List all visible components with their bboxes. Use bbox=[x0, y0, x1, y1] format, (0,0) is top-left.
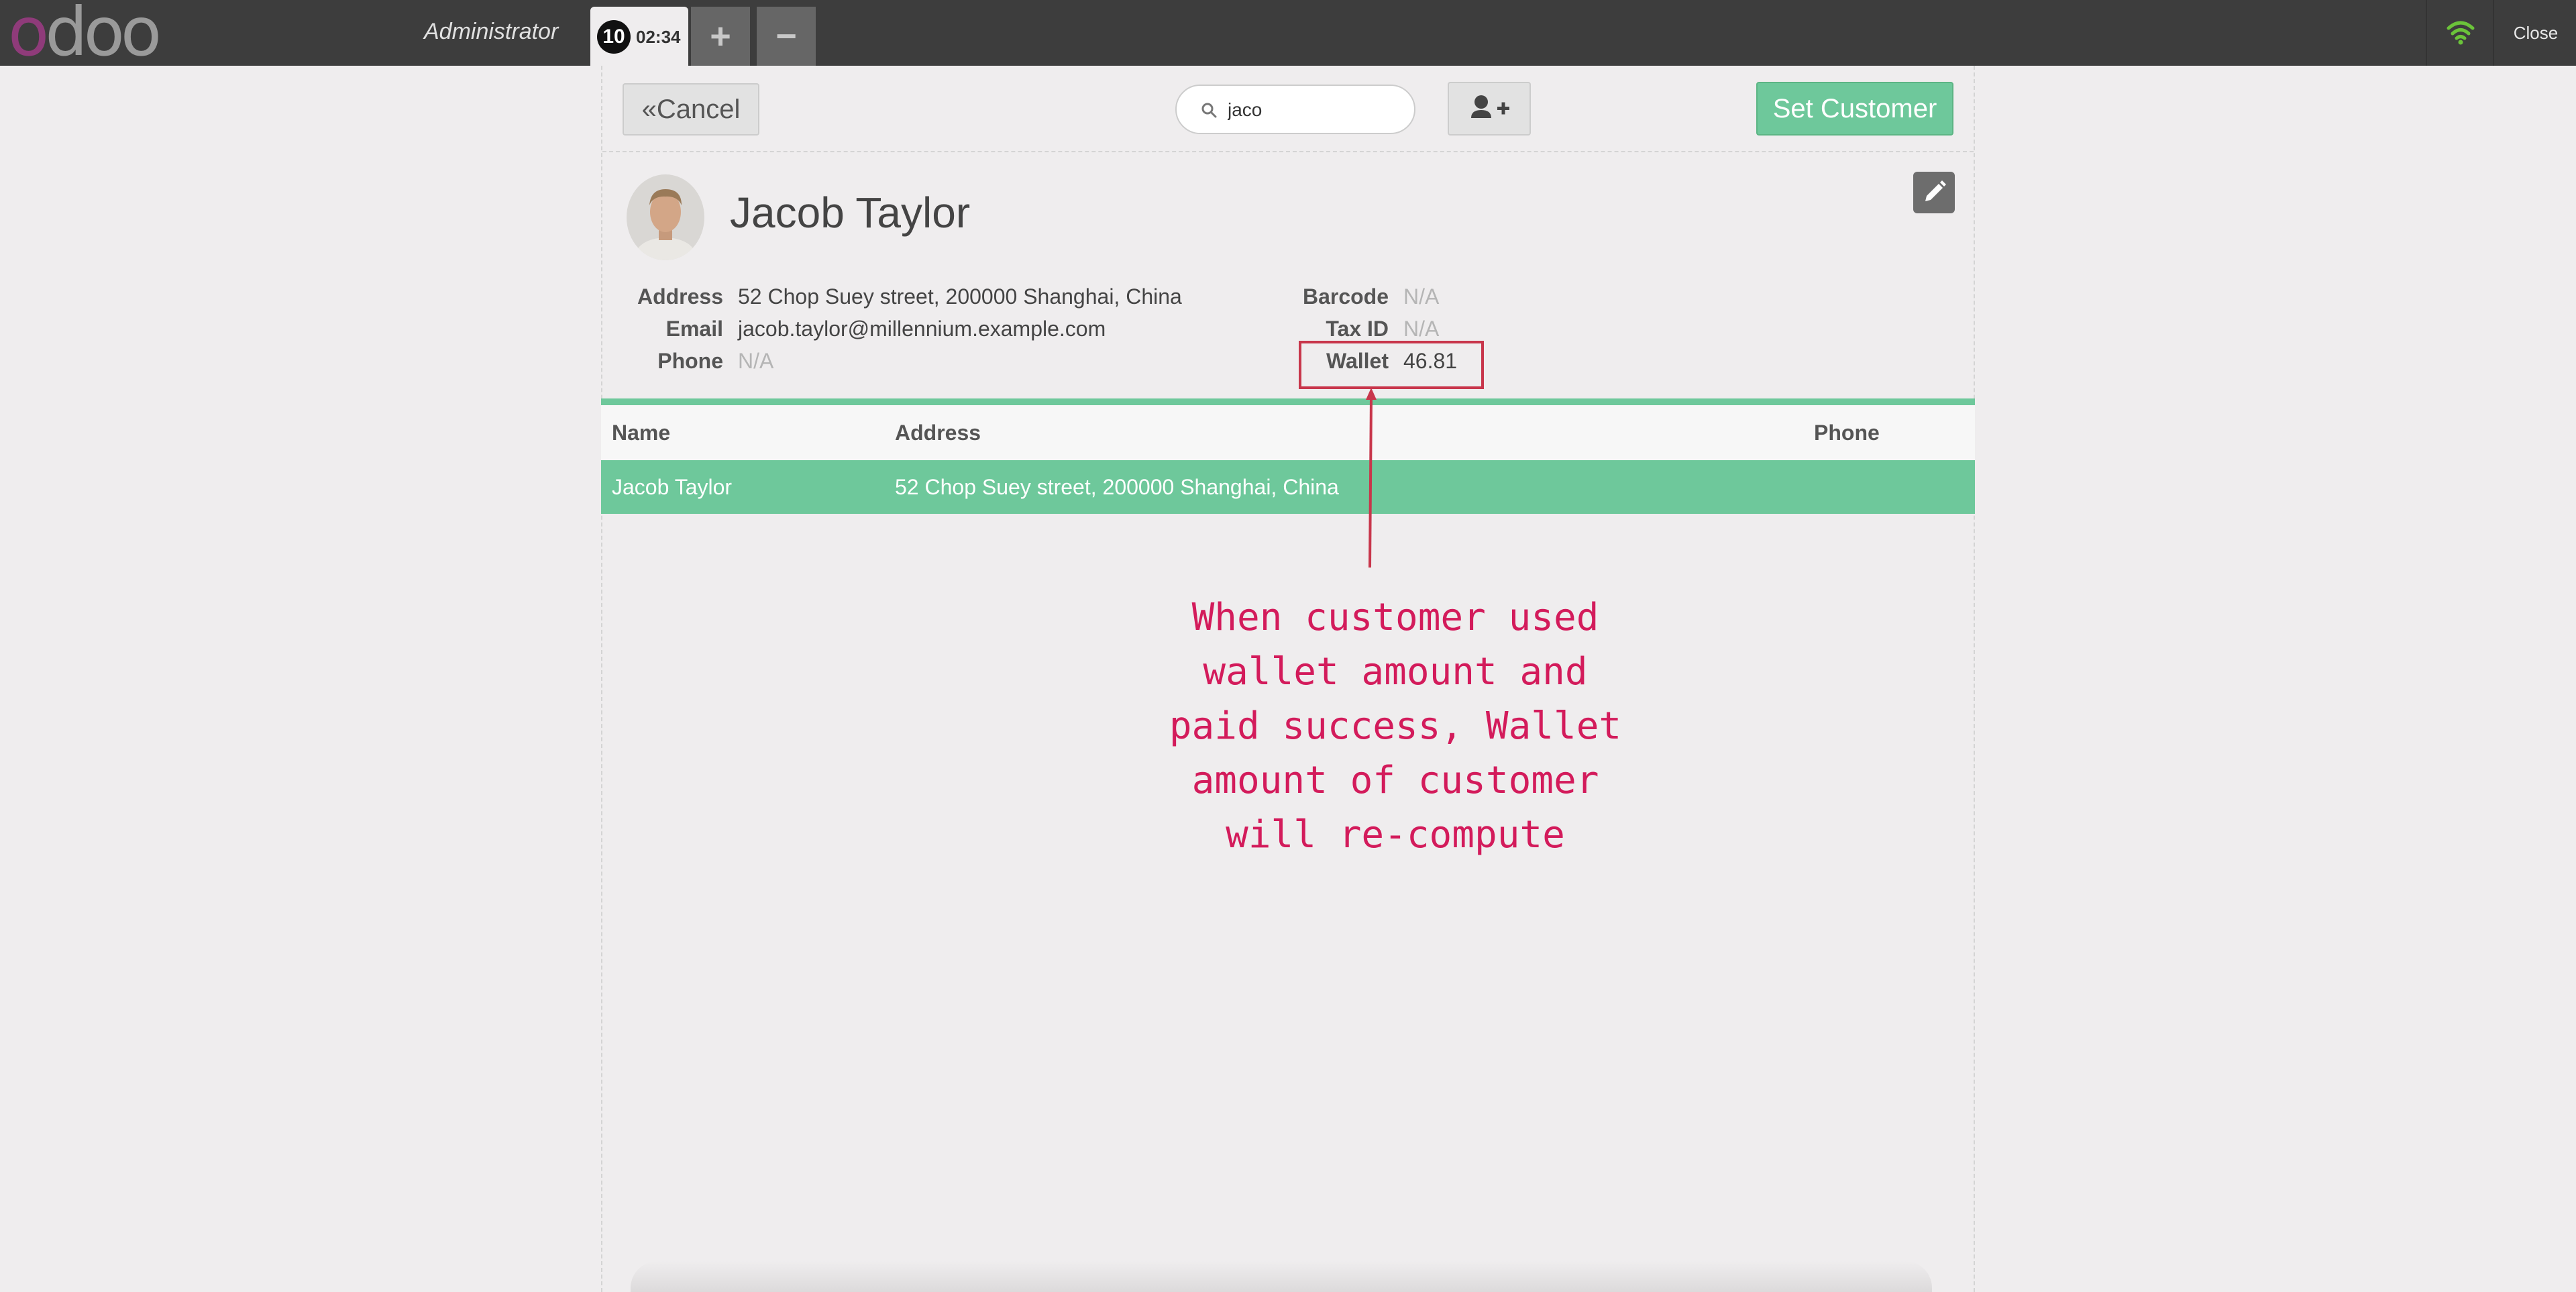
address-value: 52 Chop Suey street, 200000 Shanghai, Ch… bbox=[738, 284, 1182, 309]
search-icon bbox=[1201, 103, 1217, 118]
barcode-label: Barcode bbox=[1302, 284, 1389, 309]
cancel-label: Cancel bbox=[656, 95, 741, 124]
email-value: jacob.taylor@millennium.example.com bbox=[738, 317, 1106, 341]
wifi-icon-graphic bbox=[2447, 21, 2475, 45]
order-time: 02:34 bbox=[636, 27, 681, 47]
edit-customer-button[interactable] bbox=[1913, 172, 1955, 213]
table-header: Name Address Phone bbox=[601, 405, 1975, 460]
add-customer-button[interactable] bbox=[1448, 82, 1531, 136]
double-chevron-left-icon: « bbox=[641, 95, 657, 124]
pencil-icon bbox=[1925, 180, 1946, 201]
annotation-line: When customer used bbox=[1191, 596, 1599, 639]
email-label: Email bbox=[665, 317, 723, 341]
table-row[interactable]: Jacob Taylor 52 Chop Suey street, 200000… bbox=[601, 460, 1975, 514]
table-top-border bbox=[601, 398, 1975, 405]
barcode-value: N/A bbox=[1403, 284, 1440, 309]
search-input[interactable] bbox=[1228, 97, 1395, 123]
row-address: 52 Chop Suey street, 200000 Shanghai, Ch… bbox=[895, 475, 1339, 499]
add-user-icon bbox=[1471, 95, 1509, 118]
customer-avatar bbox=[627, 174, 704, 260]
address-label: Address bbox=[637, 284, 723, 309]
user-name: Administrator bbox=[424, 19, 559, 44]
column-header-name: Name bbox=[612, 421, 671, 445]
column-header-phone: Phone bbox=[1814, 421, 1880, 445]
close-button[interactable]: Close bbox=[2493, 0, 2576, 66]
row-name: Jacob Taylor bbox=[612, 475, 733, 499]
column-header-address: Address bbox=[895, 421, 981, 445]
annotation-text: When customer used wallet amount and pai… bbox=[1100, 590, 1690, 862]
cancel-button[interactable]: «Cancel bbox=[623, 83, 759, 136]
annotation-line: will re-compute bbox=[1226, 813, 1565, 857]
wallet-highlight-box bbox=[1299, 341, 1484, 389]
annotation-line: wallet amount and bbox=[1203, 650, 1588, 694]
remove-order-button[interactable]: − bbox=[757, 7, 816, 66]
bottom-shadow bbox=[631, 1261, 1932, 1292]
add-order-button[interactable]: + bbox=[691, 7, 750, 66]
set-customer-button[interactable]: Set Customer bbox=[1756, 82, 1953, 136]
order-number-badge: 10 bbox=[597, 20, 631, 54]
order-tab[interactable]: 10 02:34 bbox=[590, 7, 688, 66]
taxid-value: N/A bbox=[1403, 317, 1440, 341]
phone-value: N/A bbox=[738, 349, 774, 373]
taxid-label: Tax ID bbox=[1326, 317, 1389, 341]
toolbar-divider bbox=[602, 151, 1974, 152]
customer-name-heading: Jacob Taylor bbox=[730, 189, 971, 237]
phone-label: Phone bbox=[657, 349, 723, 373]
pos-topbar: odoo Administrator 10 02:34 + − Close bbox=[0, 0, 2576, 66]
odoo-logo: odoo bbox=[8, 0, 162, 71]
annotation-line: paid success, Wallet bbox=[1169, 704, 1622, 748]
wifi-icon[interactable] bbox=[2426, 0, 2494, 66]
annotation-line: amount of customer bbox=[1191, 759, 1599, 802]
customer-search[interactable] bbox=[1175, 85, 1415, 134]
